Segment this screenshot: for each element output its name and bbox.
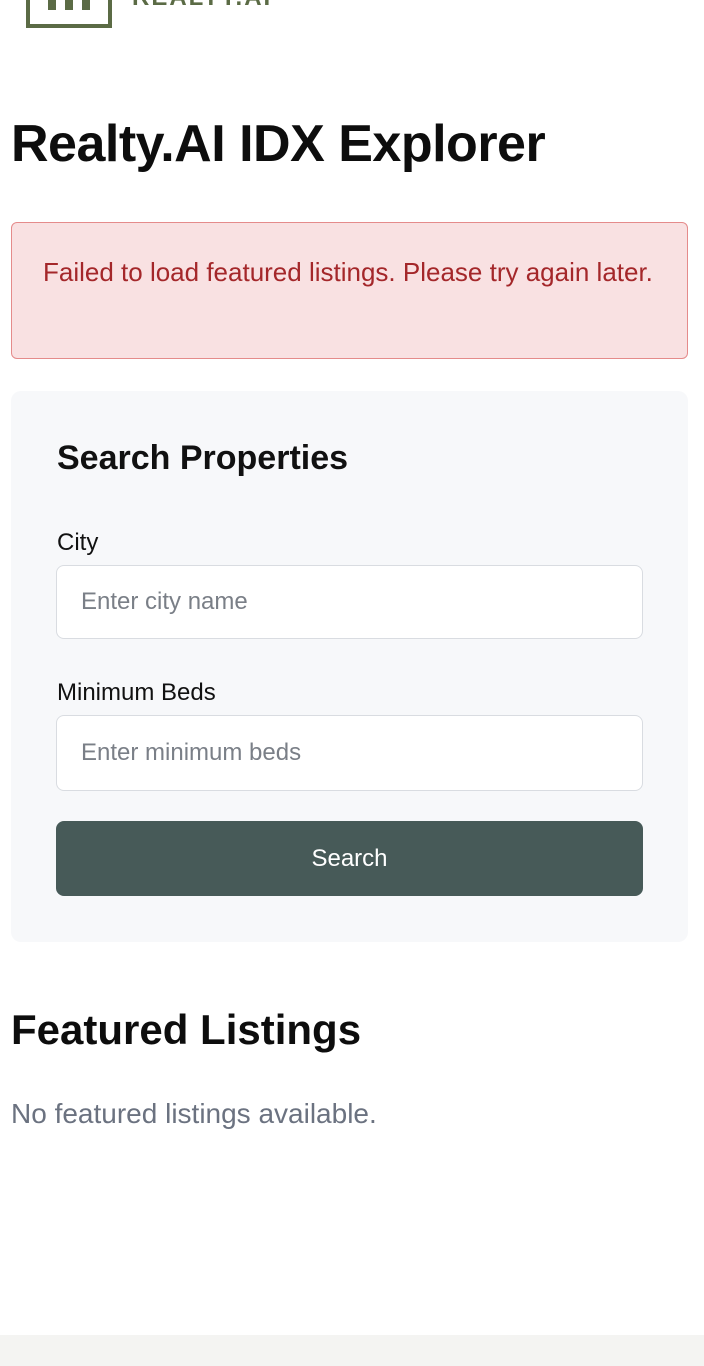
page: REALTY.AI Realty.AI IDX Explorer Failed … [0,0,704,1366]
logo-bar [48,0,56,10]
search-card: Search Properties City Minimum Beds Sear… [11,391,688,942]
search-title: Search Properties [57,439,349,477]
min-beds-label: Minimum Beds [57,679,216,706]
featured-listings-title: Featured Listings [11,1006,362,1053]
featured-empty-message: No featured listings available. [11,1098,377,1129]
min-beds-input[interactable] [56,715,643,791]
error-alert: Failed to load featured listings. Please… [11,222,688,359]
search-button[interactable]: Search [56,821,643,896]
footer [0,1335,704,1366]
city-input[interactable] [56,565,643,639]
logo-bar [65,0,73,10]
logo-text[interactable]: REALTY.AI [132,0,272,12]
logo-bar [82,0,90,10]
city-label: City [57,529,99,556]
building-logo-icon[interactable] [26,0,112,28]
page-title: Realty.AI IDX Explorer [11,115,546,173]
